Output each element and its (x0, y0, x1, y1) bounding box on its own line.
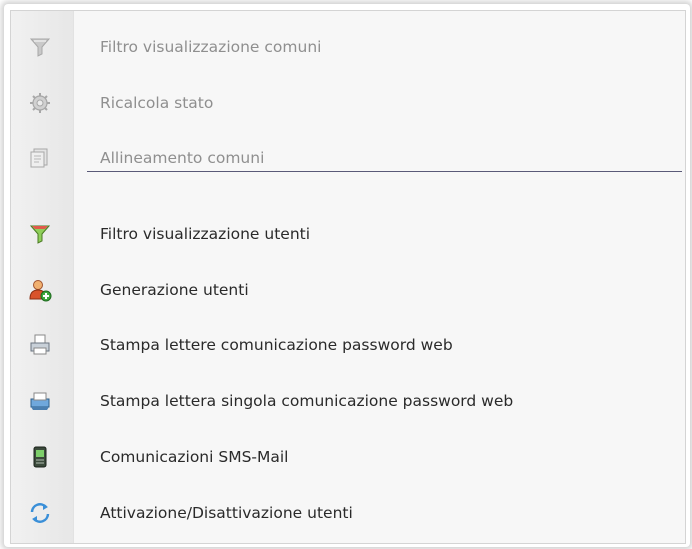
menu-item-label: Ricalcola stato (100, 94, 214, 112)
sync-arrows-icon (30, 503, 50, 523)
menu-item-label: Allineamento comuni (100, 149, 265, 167)
menu-item-stampa-lettera-singola[interactable]: Stampa lettera singola comunicazione pas… (11, 380, 687, 424)
menu-item-attivazione-disattivazione[interactable]: Attivazione/Disattivazione utenti (11, 492, 687, 536)
menu-item-stampa-lettere[interactable]: Stampa lettere comunicazione password we… (11, 324, 687, 368)
menu-item-comunicazioni-sms-mail[interactable]: Comunicazioni SMS-Mail (11, 436, 687, 480)
user-add-icon (29, 280, 52, 302)
document-stack-icon (30, 148, 48, 168)
funnel-icon (29, 225, 51, 244)
menu-item-label: Attivazione/Disattivazione utenti (100, 504, 353, 522)
menu-item-label: Generazione utenti (100, 281, 249, 299)
menu-item-filtro-utenti[interactable]: Filtro visualizzazione utenti (11, 213, 687, 257)
context-menu: Filtro visualizzazione comuni Ricalcola … (10, 10, 686, 544)
menu-item-label: Comunicazioni SMS-Mail (100, 448, 289, 466)
gear-refresh-icon (30, 93, 50, 113)
menu-item-filtro-comuni[interactable]: Filtro visualizzazione comuni (11, 26, 687, 70)
funnel-icon (29, 38, 51, 57)
menu-separator (87, 171, 682, 172)
printer-single-icon (30, 392, 50, 410)
menu-item-ricalcola-stato[interactable]: Ricalcola stato (11, 82, 687, 126)
menu-item-label: Stampa lettera singola comunicazione pas… (100, 392, 514, 410)
menu-item-label: Filtro visualizzazione comuni (100, 38, 322, 56)
menu-item-label: Stampa lettere comunicazione password we… (100, 336, 453, 354)
menu-item-allineamento-comuni[interactable]: Allineamento comuni (11, 137, 687, 181)
menu-item-label: Filtro visualizzazione utenti (100, 225, 311, 243)
menu-item-generazione-utenti[interactable]: Generazione utenti (11, 269, 687, 313)
printer-icon (30, 334, 50, 355)
mobile-phone-icon (33, 446, 47, 468)
